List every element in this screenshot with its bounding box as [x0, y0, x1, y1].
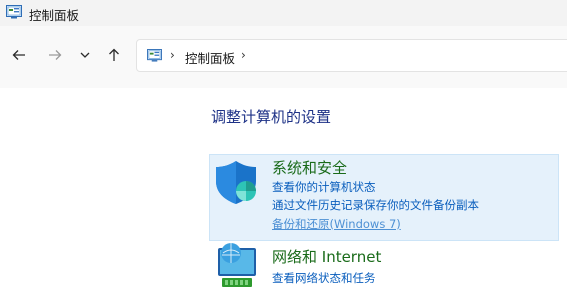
arrow-up-icon — [109, 48, 119, 61]
forward-button[interactable] — [44, 44, 66, 66]
page-heading: 调整计算机的设置 — [211, 108, 332, 126]
category-title-network-internet[interactable]: 网络和 Internet — [272, 246, 381, 267]
up-button[interactable] — [103, 44, 125, 66]
arrow-right-icon — [49, 50, 62, 60]
network-globe-icon[interactable] — [213, 243, 261, 289]
arrow-left-icon — [12, 50, 25, 60]
title-bar: 控制面板 — [0, 0, 567, 26]
breadcrumb-separator[interactable]: › — [170, 48, 175, 62]
navigation-bar: › 控制面板 › — [0, 26, 567, 88]
category-title-system-security[interactable]: 系统和安全 — [272, 157, 347, 178]
address-bar[interactable]: › 控制面板 › — [136, 39, 567, 72]
control-panel-icon — [147, 49, 162, 62]
chevron-down-icon — [80, 52, 90, 58]
recent-locations-button[interactable] — [74, 44, 96, 66]
link-backup-restore[interactable]: 备份和还原(Windows 7) — [272, 216, 401, 232]
back-button[interactable] — [8, 44, 30, 66]
shield-icon[interactable] — [214, 159, 262, 205]
link-view-computer-status[interactable]: 查看你的计算机状态 — [272, 179, 376, 195]
link-view-network-status[interactable]: 查看网络状态和任务 — [272, 270, 376, 286]
breadcrumb-separator[interactable]: › — [241, 48, 246, 62]
breadcrumb-control-panel[interactable]: 控制面板 — [185, 48, 235, 67]
control-panel-icon — [6, 5, 22, 19]
window-title: 控制面板 — [29, 8, 80, 23]
link-file-history[interactable]: 通过文件历史记录保存你的文件备份副本 — [272, 197, 479, 213]
